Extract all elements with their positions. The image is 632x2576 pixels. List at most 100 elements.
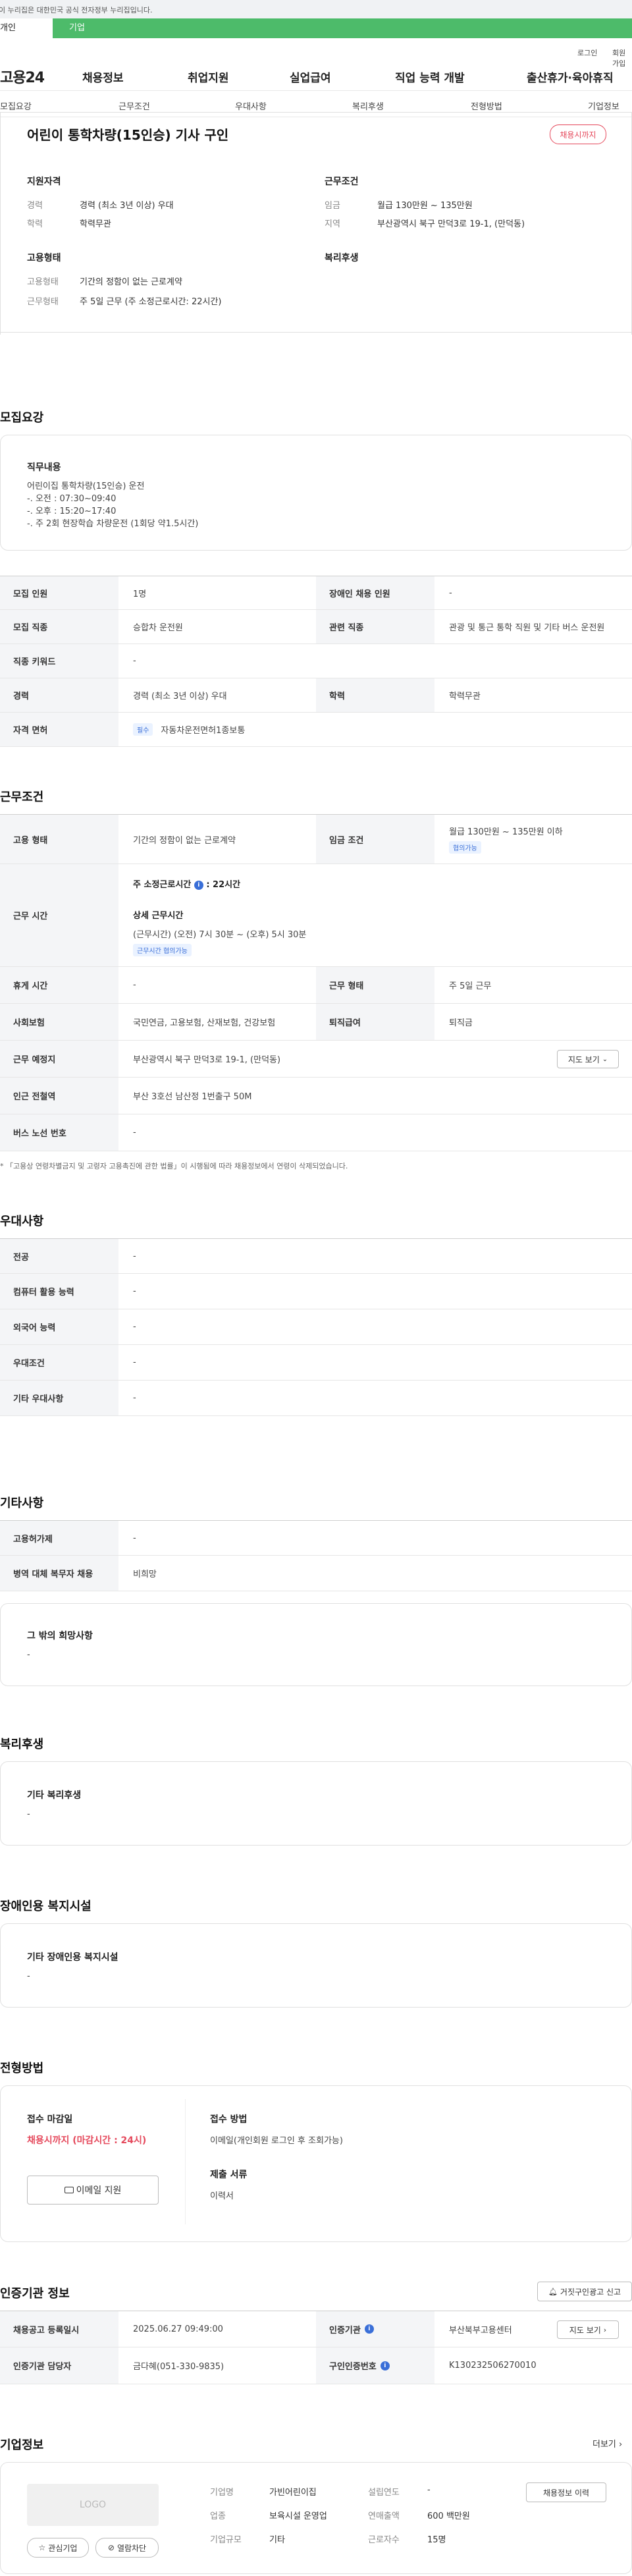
gnb-item-employment-support[interactable]: 취업지원	[188, 69, 229, 85]
email-apply-button[interactable]: 이메일 지원	[27, 2176, 159, 2205]
cond-emptype-label: 고용 형태	[0, 815, 118, 863]
keyword-value: -	[133, 656, 136, 666]
hours-cell: 주 소정근로시간 i : 22시간 상세 근무시간 (근무시간) (오전) 7시…	[118, 864, 632, 966]
snb-item-company[interactable]: 기업정보	[588, 99, 619, 112]
headcount-label: 모집 인원	[0, 576, 118, 609]
weekly-hours-value: : 22시간	[206, 880, 241, 890]
table-row: 모집 직종 승합차 운전원 관련 직종 관광 및 통근 통학 직원 및 기타 버…	[0, 610, 632, 644]
cond-wage-value: 월급 130만원 ~ 135만원 이하	[449, 827, 563, 837]
table-row: 채용공고 등록일시 2025.06.27 09:49:00 인증기관 i 부산북…	[0, 2311, 632, 2347]
company-more-link[interactable]: 더보기 ›	[592, 2437, 622, 2450]
gnb-item-leave[interactable]: 출산휴가·육아휴직	[527, 69, 614, 85]
site-logo[interactable]: 고용24	[0, 66, 45, 87]
pref-etc-value: -	[133, 1393, 136, 1403]
info-icon[interactable]: i	[194, 880, 203, 890]
snb-item-recruit[interactable]: 모집요강	[0, 99, 32, 112]
agency-label: 인증기관	[329, 2325, 361, 2336]
gnb-item-skills[interactable]: 직업 능력 개발	[395, 69, 465, 85]
map-button-label: 지도 보기	[567, 1055, 600, 1064]
table-row: 직종 키워드 -	[0, 644, 632, 678]
disabled-box: 기타 장애인용 복지시설 -	[0, 1923, 632, 2008]
preference-title: 우대사항	[0, 1215, 44, 1228]
snb-item-preference[interactable]: 우대사항	[235, 99, 267, 112]
main-content: 어린이 통학차량(15인승) 기사 구인 채용시까지 지원자격 경력 경력 (최…	[0, 112, 632, 2576]
headcount-value: 1명	[133, 589, 147, 599]
severance-value: 퇴직금	[449, 1018, 473, 1028]
agency-map-label: 지도 보기	[569, 2325, 601, 2335]
license-value: 자동차운전면허1종보통	[161, 726, 246, 736]
star-icon: ☆	[38, 2543, 46, 2552]
company-logo: LOGO	[27, 2484, 159, 2526]
job-title: 어린이 통학차량(15인승) 기사 구인	[27, 127, 229, 143]
founded-value: -	[427, 2485, 431, 2495]
gov-notice-bar: 이 누리집은 대한민국 공식 전자정부 누리집입니다.	[0, 0, 632, 18]
pref-etc-label: 기타 우대사항	[0, 1381, 118, 1415]
edu-label: 학력	[27, 219, 43, 229]
insurance-label: 사회보험	[0, 1004, 118, 1040]
subway-value: 부산 3호선 남산정 1번출구 50M	[133, 1092, 252, 1102]
career-row-value: 경력 (최소 3년 이상) 우대	[133, 692, 227, 701]
job-label: 모집 직종	[0, 610, 118, 644]
agency-label-cell: 인증기관 i	[316, 2311, 434, 2347]
major-value: -	[133, 1251, 136, 1261]
cond-wage-label: 임금 조건	[316, 815, 434, 863]
hours-detail: (근무시간) (오전) 7시 30분 ~ (오후) 5시 30분	[133, 930, 307, 940]
snb-item-screening[interactable]: 전형방법	[471, 99, 502, 112]
map-button[interactable]: 지도 보기 ⌄	[557, 1050, 619, 1068]
gov-notice: 이 누리집은 대한민국 공식 전자정부 누리집입니다.	[0, 6, 153, 14]
method-label: 접수 방법	[210, 2114, 248, 2125]
founded-label: 설립연도	[368, 2488, 400, 2498]
disabled-box-value: -	[27, 1971, 30, 1981]
qual-heading: 지원자격	[27, 177, 61, 187]
sales-label: 연매출액	[368, 2511, 400, 2521]
industry-value: 보육시설 운영업	[269, 2511, 327, 2521]
deadline-value: 채용시까지 (마감시간 : 24시)	[27, 2135, 147, 2146]
user-type-tabs: 개인 기업	[0, 18, 632, 38]
table-row: 병역 대체 복무자 채용 비희망	[0, 1556, 632, 1591]
edu-row-value: 학력무관	[449, 692, 481, 701]
pref-cond-label: 우대조건	[0, 1345, 118, 1380]
login-link[interactable]: 로그인	[577, 47, 597, 58]
bus-value: -	[133, 1128, 136, 1137]
block-view-button[interactable]: ⊘ 열람차단	[95, 2538, 159, 2558]
tab-personal[interactable]: 개인	[0, 18, 53, 38]
duty-title: 직무내용	[27, 462, 61, 473]
mail-icon	[64, 2187, 74, 2193]
language-value: -	[133, 1322, 136, 1332]
info-icon[interactable]: i	[364, 2324, 374, 2334]
recruit-title: 모집요강	[0, 411, 44, 425]
table-row: 모집 인원 1명 장애인 채용 인원 -	[0, 576, 632, 610]
status-badge: 채용시까지	[550, 124, 606, 144]
tab-company[interactable]: 기업	[53, 18, 632, 38]
snb-item-conditions[interactable]: 근무조건	[118, 99, 150, 112]
pref-cond-value: -	[133, 1357, 136, 1367]
welfare-box: 기타 복리후생 -	[0, 1761, 632, 1846]
hours-negotiable-tag: 근무시간 협의가능	[133, 944, 192, 956]
cert-label: 구인인증번호	[329, 2362, 377, 2372]
job-history-button[interactable]: 채용정보 이력	[526, 2482, 606, 2502]
disabled-title: 장애인용 복지시설	[0, 1900, 92, 1913]
gnb-item-jobs[interactable]: 채용정보	[82, 69, 124, 85]
gnb-item-unemployment-benefit[interactable]: 실업급여	[290, 69, 331, 85]
table-row: 자격 면허 필수 자동차운전면허1종보통	[0, 713, 632, 747]
table-row: 고용허가제 -	[0, 1520, 632, 1556]
company-size-label: 기업규모	[210, 2535, 242, 2545]
welfare-title: 복리후생	[0, 1738, 44, 1751]
permit-label: 고용허가제	[0, 1521, 118, 1555]
favorite-company-button[interactable]: ☆ 관심기업	[27, 2538, 89, 2558]
info-icon[interactable]: i	[380, 2361, 390, 2370]
report-fake-ad-button[interactable]: 🔔︎ 거짓구인광고 신고	[537, 2282, 632, 2301]
major-label: 전공	[0, 1239, 118, 1273]
career-label: 경력	[27, 201, 43, 211]
area-label: 지역	[325, 219, 340, 229]
docs-label: 제출 서류	[210, 2170, 248, 2180]
place-label: 근무 예정지	[0, 1041, 118, 1077]
docs-value: 이력서	[210, 2191, 234, 2201]
welfare-box-title: 기타 복리후생	[27, 1790, 82, 1801]
company-box: LOGO ☆ 관심기업 ⊘ 열람차단 기업명 가빈어린이집 업종 보육시설 운영…	[0, 2462, 632, 2574]
agency-map-button[interactable]: 지도 보기 ›	[557, 2320, 619, 2339]
table-row: 버스 노선 번호 -	[0, 1114, 632, 1151]
cond-worktype-label: 근무 형태	[316, 967, 434, 1003]
welfare-heading: 복리후생	[325, 253, 359, 263]
snb-item-welfare[interactable]: 복리후생	[352, 99, 384, 112]
